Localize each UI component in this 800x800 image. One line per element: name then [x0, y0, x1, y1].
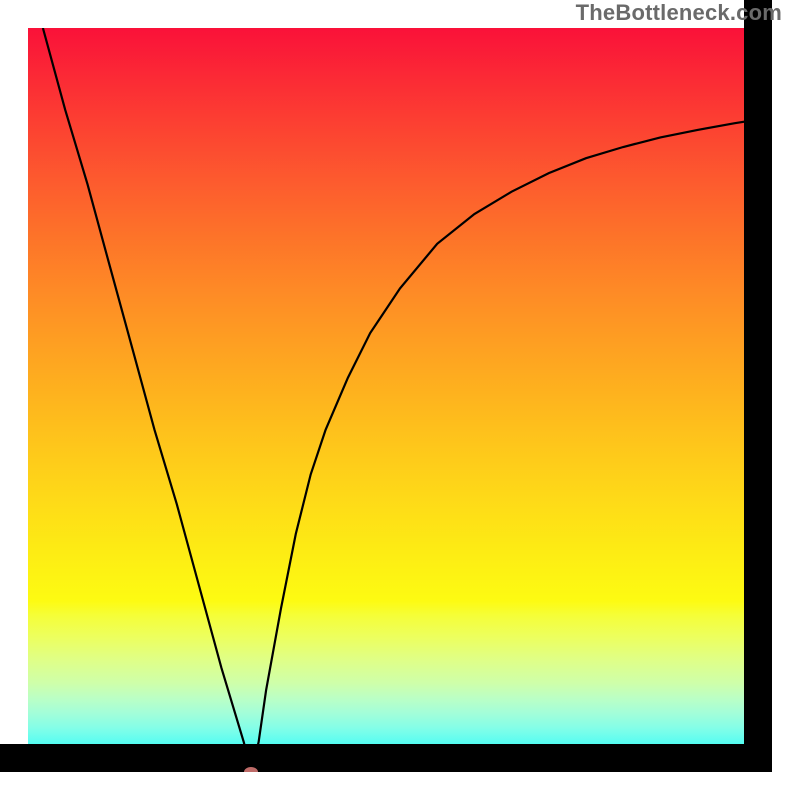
plot-area [28, 28, 772, 772]
gradient-background [28, 28, 772, 772]
watermark-text: TheBottleneck.com [576, 0, 782, 26]
chart-frame: TheBottleneck.com [0, 0, 800, 800]
